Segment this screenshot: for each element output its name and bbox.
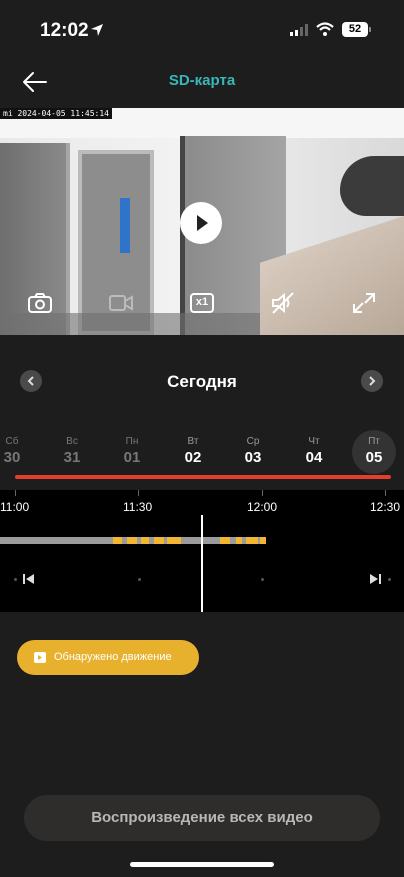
play-button[interactable] — [180, 202, 222, 244]
day-weekday: Сб — [5, 436, 19, 447]
day-number: 31 — [63, 449, 81, 466]
day-item-wed-03[interactable]: Ср 03 — [231, 430, 275, 474]
day-weekday: Вт — [187, 436, 199, 447]
day-item-mon-01[interactable]: Пн 01 — [110, 430, 154, 474]
day-weekday: Ср — [246, 436, 260, 447]
day-weekday: Пт — [368, 436, 380, 447]
playhead[interactable] — [201, 515, 203, 612]
day-number: 02 — [184, 449, 202, 466]
day-number: 01 — [123, 449, 141, 466]
video-timestamp-text: 2024-04-05 11:45:14 — [17, 109, 109, 118]
timeline-label: 12:30 — [370, 500, 401, 514]
battery-icon: 52 — [342, 22, 372, 37]
day-item-sat-30[interactable]: Сб 30 — [0, 430, 34, 474]
day-item-fri-05-selected[interactable]: Пт 05 — [352, 430, 396, 474]
record-video-icon[interactable] — [108, 291, 134, 315]
motion-segment — [260, 537, 266, 544]
day-item-sun-31[interactable]: Вс 31 — [50, 430, 94, 474]
speed-label: x1 — [195, 296, 209, 308]
day-item-thu-04[interactable]: Чт 04 — [292, 430, 336, 474]
status-time: 12:02 — [40, 20, 89, 41]
play-all-videos-button[interactable]: Воспроизведение всех видео — [24, 795, 380, 841]
motion-detected-label: Обнаружено движение — [54, 651, 172, 663]
motion-segment — [167, 537, 181, 544]
motion-detected-filter[interactable]: Обнаружено движение — [17, 640, 199, 675]
video-timestamp: mi 2024-04-05 11:45:14 — [0, 108, 112, 119]
day-number: 05 — [365, 449, 383, 466]
page-title: SD-карта — [168, 72, 236, 89]
battery-level: 52 — [342, 22, 368, 37]
motion-segment — [141, 537, 149, 544]
day-weekday: Пн — [125, 436, 139, 447]
day-title: Сегодня — [167, 372, 237, 391]
fullscreen-icon[interactable] — [351, 291, 377, 315]
day-number: 03 — [244, 449, 262, 466]
timeline-label: 11:30 — [123, 500, 153, 514]
location-arrow-icon — [91, 24, 103, 36]
day-item-tue-02[interactable]: Вт 02 — [171, 430, 215, 474]
status-bar: 12:02 52 — [0, 0, 404, 60]
motion-segment — [127, 537, 137, 544]
motion-segment — [154, 537, 164, 544]
motion-segment — [113, 537, 122, 544]
playback-speed-button[interactable]: x1 — [189, 291, 215, 315]
motion-segment — [220, 537, 230, 544]
mute-icon[interactable] — [270, 291, 296, 315]
skip-previous-icon[interactable] — [20, 572, 36, 586]
next-day-button[interactable] — [361, 370, 383, 392]
skip-next-icon[interactable] — [368, 572, 384, 586]
video-player[interactable]: mi 2024-04-05 11:45:14 x1 — [0, 108, 404, 335]
home-indicator — [130, 862, 274, 867]
motion-segment — [236, 537, 242, 544]
day-number: 30 — [3, 449, 21, 466]
timeline-label: 12:00 — [247, 500, 278, 514]
camera-snapshot-icon[interactable] — [27, 291, 53, 315]
timeline-label: 11:00 — [0, 500, 30, 514]
motion-segment — [246, 537, 258, 544]
timeline[interactable]: 11:00 11:30 12:00 12:30 — [0, 490, 404, 612]
recording-range-line — [15, 475, 391, 479]
motion-icon — [34, 652, 46, 663]
day-number: 04 — [305, 449, 323, 466]
mi-logo: mi — [3, 109, 18, 118]
wifi-icon — [316, 22, 334, 36]
day-weekday: Чт — [308, 436, 320, 447]
cellular-signal-icon — [290, 24, 308, 36]
chevron-right-icon — [369, 376, 376, 386]
day-weekday: Вс — [66, 436, 78, 447]
